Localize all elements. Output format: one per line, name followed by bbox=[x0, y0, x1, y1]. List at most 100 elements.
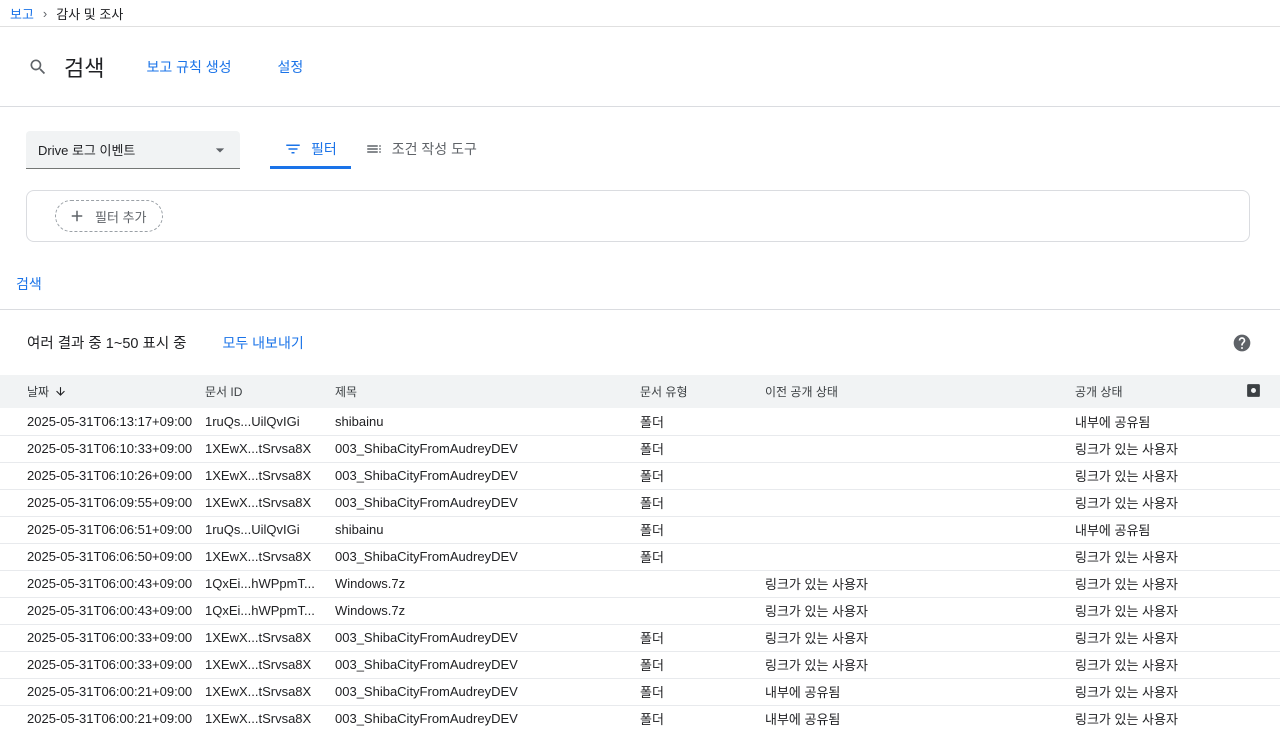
cell-doc-id: 1ruQs...UilQvIGi bbox=[205, 516, 335, 544]
query-tabs: 필터 조건 작성 도구 bbox=[270, 131, 491, 169]
cell-spacer bbox=[1235, 597, 1280, 625]
export-all-link[interactable]: 모두 내보내기 bbox=[223, 333, 304, 353]
tab-condition-builder[interactable]: 조건 작성 도구 bbox=[351, 131, 491, 169]
results-bar: 여러 결과 중 1~50 표시 중 모두 내보내기 bbox=[0, 310, 1280, 375]
cell-doc-type: 폴더 bbox=[640, 624, 765, 652]
table-row[interactable]: 2025-05-31T06:06:51+09:00 1ruQs...UilQvIG… bbox=[0, 516, 1280, 544]
cell-visibility: 링크가 있는 사용자 bbox=[1075, 462, 1235, 490]
cell-doc-type bbox=[640, 570, 765, 598]
condition-builder-icon bbox=[365, 140, 383, 158]
cell-doc-id: 1XEwX...tSrvsa8X bbox=[205, 435, 335, 463]
tab-filter-label: 필터 bbox=[311, 140, 337, 157]
cell-doc-id: 1QxEi...hWPpmT... bbox=[205, 570, 335, 598]
cell-date: 2025-05-31T06:00:43+09:00 bbox=[0, 597, 205, 625]
chevron-right-icon: › bbox=[42, 5, 48, 21]
plus-icon bbox=[68, 207, 86, 225]
breadcrumb-current-page: 감사 및 조사 bbox=[56, 6, 124, 22]
cell-doc-id: 1XEwX...tSrvsa8X bbox=[205, 705, 335, 732]
cell-spacer bbox=[1235, 705, 1280, 732]
cell-prev-visibility: 링크가 있는 사용자 bbox=[765, 597, 1075, 625]
cell-visibility: 링크가 있는 사용자 bbox=[1075, 435, 1235, 463]
cell-doc-type: 폴더 bbox=[640, 651, 765, 679]
cell-title: shibainu bbox=[335, 516, 640, 544]
table-row[interactable]: 2025-05-31T06:13:17+09:00 1ruQs...UilQvIG… bbox=[0, 408, 1280, 436]
search-icon bbox=[28, 57, 48, 77]
cell-spacer bbox=[1235, 570, 1280, 598]
cell-spacer bbox=[1235, 435, 1280, 463]
results-summary: 여러 결과 중 1~50 표시 중 bbox=[27, 336, 187, 352]
cell-doc-id: 1XEwX...tSrvsa8X bbox=[205, 624, 335, 652]
cell-doc-type bbox=[640, 597, 765, 625]
breadcrumb-reports-link[interactable]: 보고 bbox=[10, 4, 34, 23]
add-filter-button[interactable]: 필터 추가 bbox=[55, 200, 164, 232]
cell-doc-type: 폴더 bbox=[640, 678, 765, 706]
cell-spacer bbox=[1235, 624, 1280, 652]
cell-visibility: 링크가 있는 사용자 bbox=[1075, 597, 1235, 625]
search-header: 검색 보고 규칙 생성 설정 bbox=[0, 27, 1280, 107]
cell-doc-id: 1XEwX...tSrvsa8X bbox=[205, 678, 335, 706]
table-row[interactable]: 2025-05-31T06:00:33+09:00 1XEwX...tSrvsa8… bbox=[0, 624, 1280, 652]
cell-prev-visibility bbox=[765, 408, 1075, 436]
tab-filter[interactable]: 필터 bbox=[270, 131, 351, 169]
cell-title: 003_ShibaCityFromAudreyDEV bbox=[335, 624, 640, 652]
table-row[interactable]: 2025-05-31T06:00:21+09:00 1XEwX...tSrvsa8… bbox=[0, 705, 1280, 732]
cell-doc-type: 폴더 bbox=[640, 489, 765, 517]
settings-link[interactable]: 설정 bbox=[278, 57, 304, 77]
cell-visibility: 내부에 공유됨 bbox=[1075, 516, 1235, 544]
manage-columns-icon[interactable] bbox=[1245, 382, 1262, 399]
cell-date: 2025-05-31T06:00:21+09:00 bbox=[0, 705, 205, 732]
column-header-doc-id[interactable]: 문서 ID bbox=[205, 375, 335, 408]
cell-prev-visibility bbox=[765, 516, 1075, 544]
help-icon[interactable] bbox=[1232, 333, 1252, 353]
cell-date: 2025-05-31T06:09:55+09:00 bbox=[0, 489, 205, 517]
sort-desc-icon bbox=[54, 385, 67, 398]
column-header-title[interactable]: 제목 bbox=[335, 375, 640, 408]
cell-title: 003_ShibaCityFromAudreyDEV bbox=[335, 462, 640, 490]
table-row[interactable]: 2025-05-31T06:00:33+09:00 1XEwX...tSrvsa8… bbox=[0, 651, 1280, 679]
cell-title: 003_ShibaCityFromAudreyDEV bbox=[335, 489, 640, 517]
search-button[interactable]: 검색 bbox=[16, 274, 42, 294]
cell-title: shibainu bbox=[335, 408, 640, 436]
create-reporting-rule-link[interactable]: 보고 규칙 생성 bbox=[146, 57, 231, 77]
data-source-value: Drive 로그 이벤트 bbox=[38, 143, 136, 158]
cell-title: 003_ShibaCityFromAudreyDEV bbox=[335, 705, 640, 732]
cell-date: 2025-05-31T06:13:17+09:00 bbox=[0, 408, 205, 436]
cell-prev-visibility: 링크가 있는 사용자 bbox=[765, 624, 1075, 652]
table-row[interactable]: 2025-05-31T06:00:43+09:00 1QxEi...hWPpmT.… bbox=[0, 597, 1280, 625]
cell-prev-visibility bbox=[765, 435, 1075, 463]
add-filter-label: 필터 추가 bbox=[95, 209, 147, 225]
column-header-date[interactable]: 날짜 bbox=[0, 375, 205, 408]
table-row[interactable]: 2025-05-31T06:00:43+09:00 1QxEi...hWPpmT.… bbox=[0, 570, 1280, 598]
cell-date: 2025-05-31T06:06:51+09:00 bbox=[0, 516, 205, 544]
cell-date: 2025-05-31T06:10:33+09:00 bbox=[0, 435, 205, 463]
cell-date: 2025-05-31T06:00:33+09:00 bbox=[0, 651, 205, 679]
cell-spacer bbox=[1235, 462, 1280, 490]
cell-visibility: 링크가 있는 사용자 bbox=[1075, 705, 1235, 732]
cell-doc-type: 폴더 bbox=[640, 705, 765, 732]
cell-spacer bbox=[1235, 516, 1280, 544]
cell-doc-type: 폴더 bbox=[640, 516, 765, 544]
cell-doc-type: 폴더 bbox=[640, 462, 765, 490]
cell-doc-id: 1XEwX...tSrvsa8X bbox=[205, 462, 335, 490]
table-row[interactable]: 2025-05-31T06:06:50+09:00 1XEwX...tSrvsa8… bbox=[0, 543, 1280, 571]
cell-prev-visibility bbox=[765, 489, 1075, 517]
table-row[interactable]: 2025-05-31T06:10:33+09:00 1XEwX...tSrvsa8… bbox=[0, 435, 1280, 463]
column-header-doc-type[interactable]: 문서 유형 bbox=[640, 375, 765, 408]
table-row[interactable]: 2025-05-31T06:00:21+09:00 1XEwX...tSrvsa8… bbox=[0, 678, 1280, 706]
table-row[interactable]: 2025-05-31T06:09:55+09:00 1XEwX...tSrvsa8… bbox=[0, 489, 1280, 517]
column-header-visibility[interactable]: 공개 상태 bbox=[1075, 375, 1235, 408]
filter-icon bbox=[284, 140, 302, 158]
cell-title: 003_ShibaCityFromAudreyDEV bbox=[335, 678, 640, 706]
cell-visibility: 링크가 있는 사용자 bbox=[1075, 543, 1235, 571]
cell-spacer bbox=[1235, 543, 1280, 571]
cell-doc-type: 폴더 bbox=[640, 543, 765, 571]
column-settings-header bbox=[1235, 375, 1280, 408]
column-header-prev-visibility[interactable]: 이전 공개 상태 bbox=[765, 375, 1075, 408]
cell-visibility: 링크가 있는 사용자 bbox=[1075, 624, 1235, 652]
cell-spacer bbox=[1235, 408, 1280, 436]
data-source-dropdown[interactable]: Drive 로그 이벤트 bbox=[26, 131, 240, 169]
cell-date: 2025-05-31T06:06:50+09:00 bbox=[0, 543, 205, 571]
table-row[interactable]: 2025-05-31T06:10:26+09:00 1XEwX...tSrvsa8… bbox=[0, 462, 1280, 490]
column-header-date-label: 날짜 bbox=[27, 385, 50, 399]
cell-spacer bbox=[1235, 651, 1280, 679]
